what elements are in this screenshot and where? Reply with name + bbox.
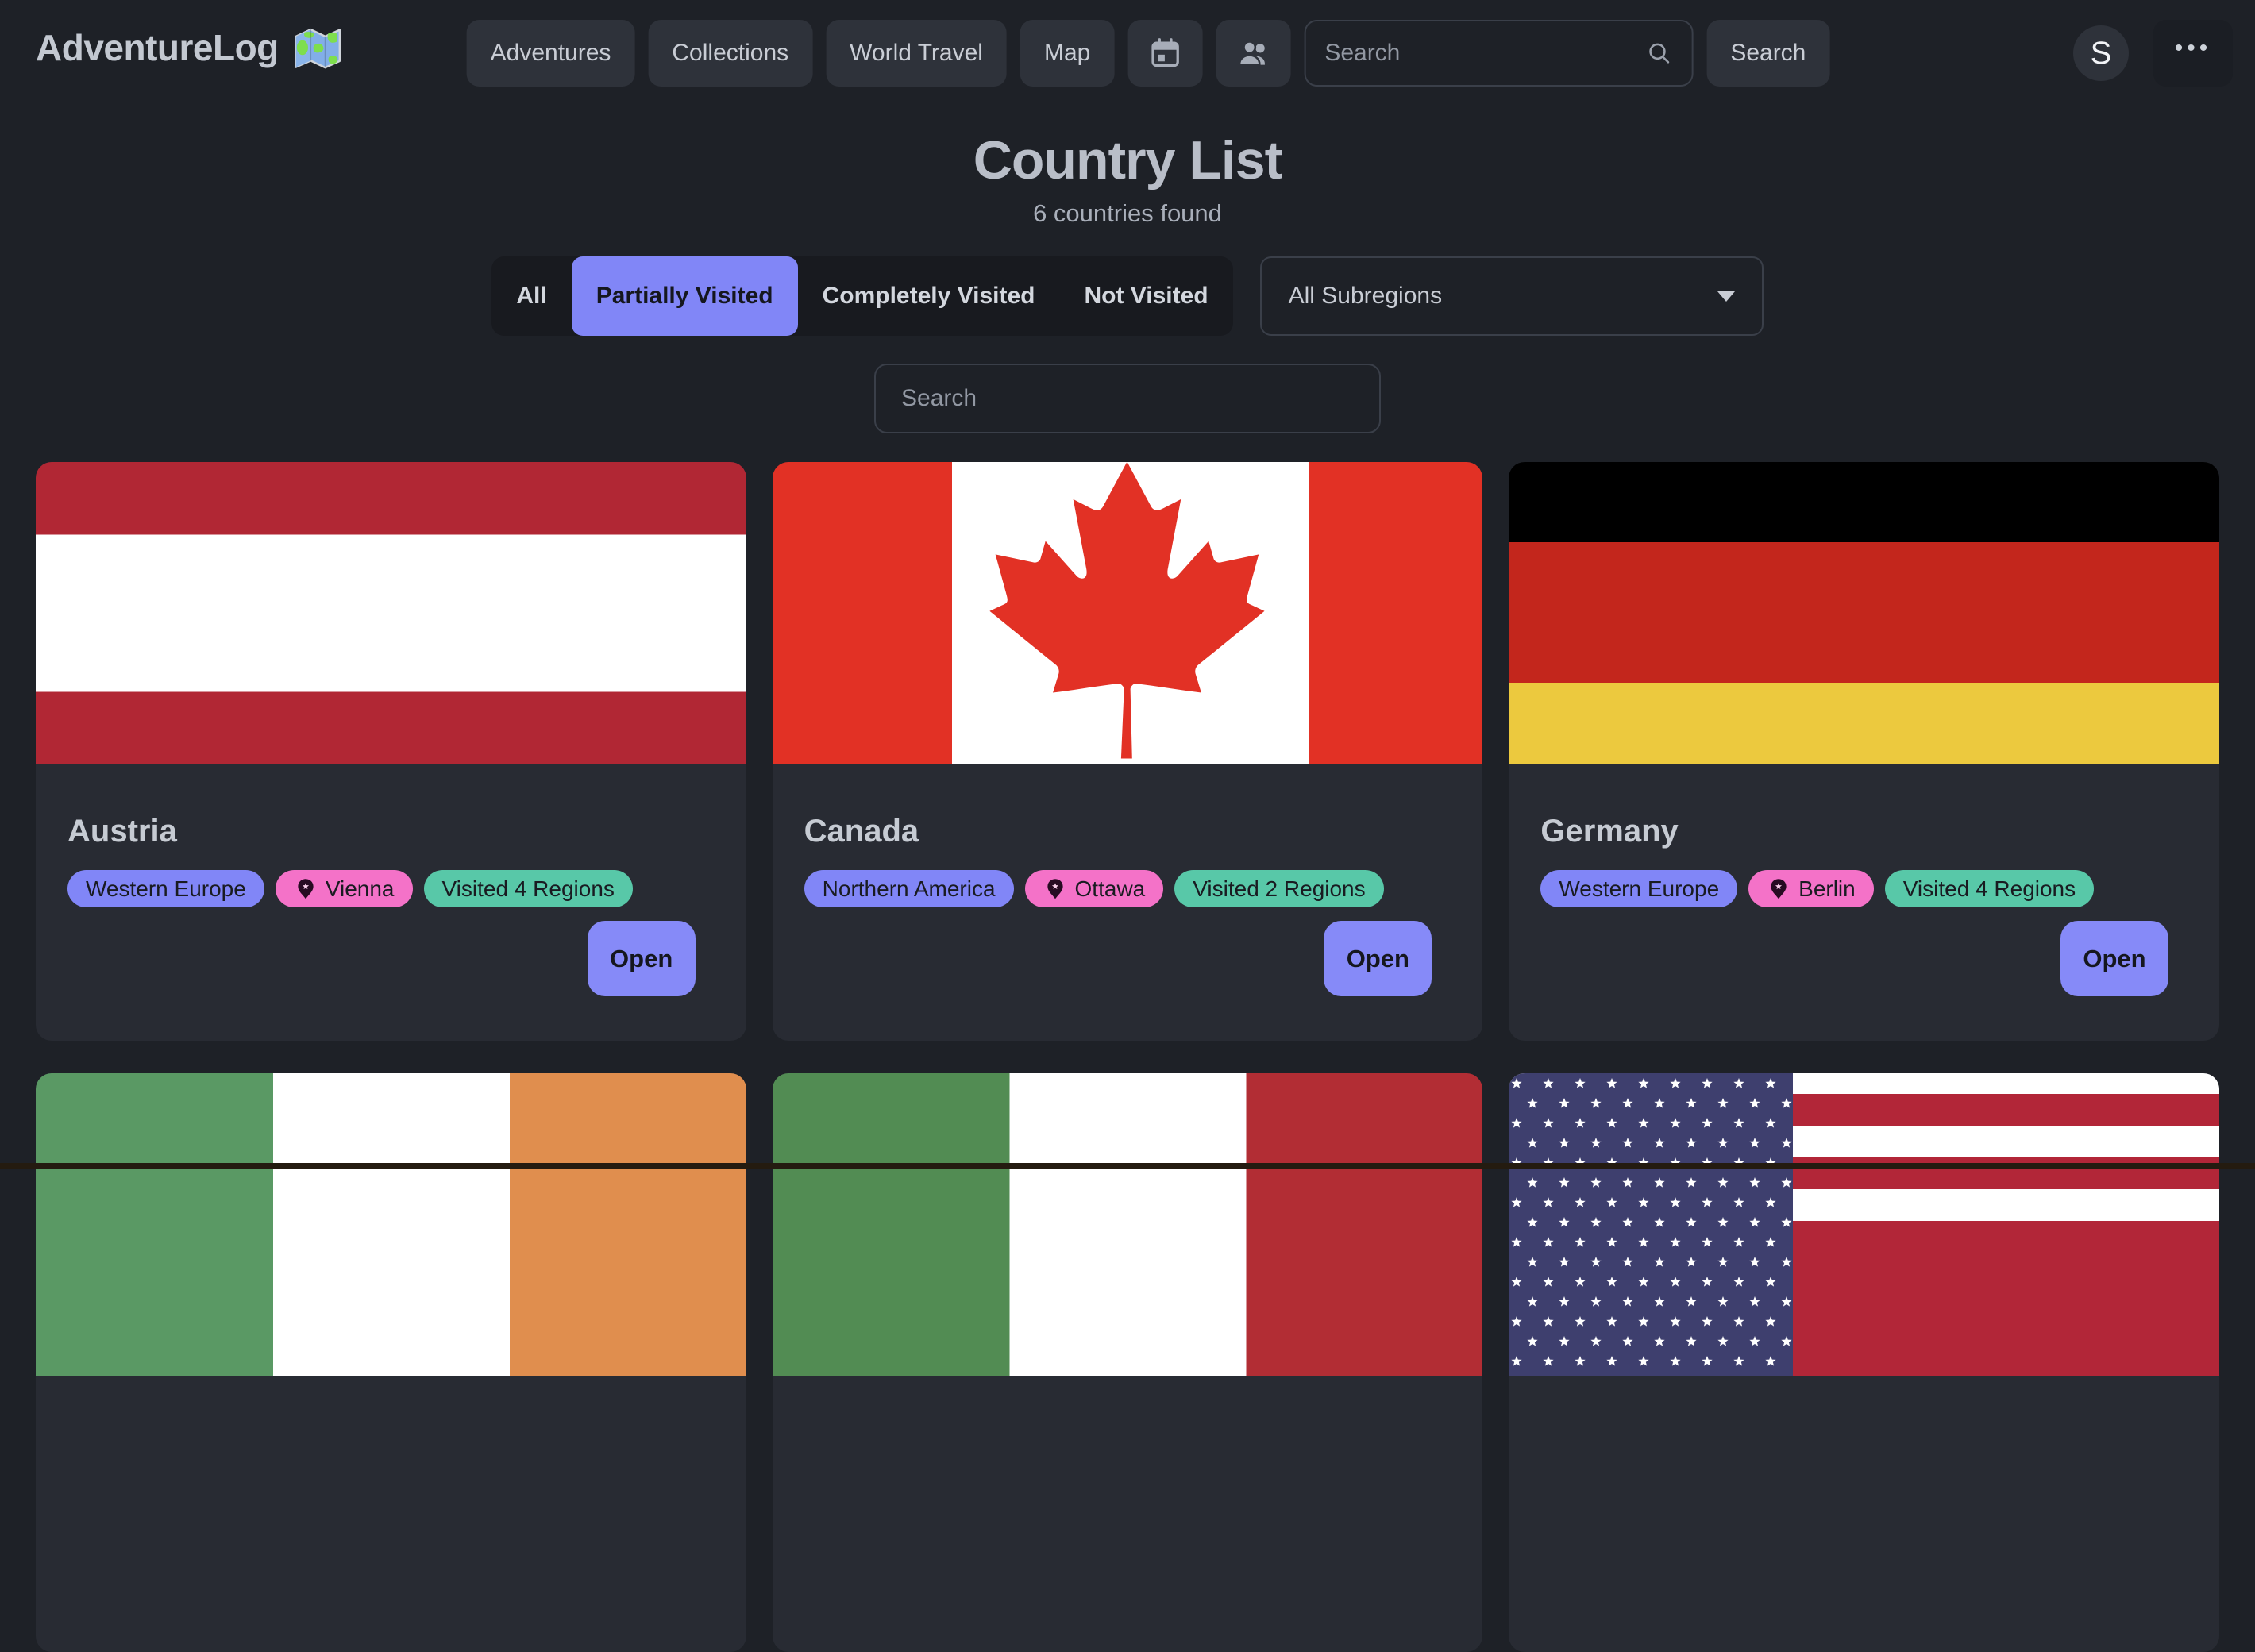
nav-search-input[interactable] <box>1324 40 1645 67</box>
country-card-germany[interactable]: Germany Western Europe Berlin Visited 4 … <box>1509 462 2219 1041</box>
italy-flag <box>773 1073 1483 1376</box>
map-pin-icon <box>1043 877 1067 901</box>
header-right-group: S ••• <box>2073 20 2233 87</box>
region-badge: Northern America <box>804 870 1014 907</box>
filter-not-visited-button[interactable]: Not Visited <box>1059 256 1232 336</box>
filter-completely-visited-button[interactable]: Completely Visited <box>798 256 1060 336</box>
maple-leaf-icon <box>985 462 1270 769</box>
nav-world-travel-button[interactable]: World Travel <box>826 20 1007 87</box>
capital-name: Vienna <box>326 876 395 902</box>
country-card-italy[interactable] <box>773 1073 1483 1652</box>
search-icon <box>1645 40 1672 67</box>
germany-flag <box>1509 462 2219 764</box>
country-grid: Austria Western Europe Vienna Visited 4 … <box>36 462 2219 1652</box>
calendar-icon <box>1147 36 1182 71</box>
users-button[interactable] <box>1216 20 1290 87</box>
usa-star-canton <box>1509 1073 1793 1376</box>
country-card-united-states[interactable] <box>1509 1073 2219 1652</box>
capital-name: Berlin <box>1798 876 1856 902</box>
page-title: Country List <box>0 129 2255 191</box>
filter-partially-visited-button[interactable]: Partially Visited <box>572 256 798 336</box>
filter-controls: All Partially Visited Completely Visited… <box>0 256 2255 336</box>
card-footer: Open <box>67 921 715 996</box>
card-body: Germany Western Europe Berlin Visited 4 … <box>1509 764 2219 1041</box>
country-list-page: Country List 6 countries found All Parti… <box>0 129 2255 1652</box>
badge-row: Western Europe Berlin Visited 4 Regions <box>1540 870 2188 907</box>
map-pin-icon <box>1767 877 1791 901</box>
card-footer: Open <box>804 921 1451 996</box>
capital-badge: Ottawa <box>1025 870 1164 907</box>
users-icon <box>1235 36 1270 71</box>
countries-found-count: 6 countries found <box>0 199 2255 228</box>
visited-regions-badge: Visited 2 Regions <box>1174 870 1383 907</box>
subregion-selected-value: All Subregions <box>1289 283 1442 310</box>
nav-map-button[interactable]: Map <box>1020 20 1114 87</box>
nav-search-field <box>1304 20 1693 87</box>
open-country-button[interactable]: Open <box>1324 921 1432 996</box>
visited-regions-badge: Visited 4 Regions <box>424 870 633 907</box>
united-states-flag <box>1509 1073 2219 1376</box>
filter-all-button[interactable]: All <box>491 256 571 336</box>
map-pin-icon <box>294 877 318 901</box>
calendar-button[interactable] <box>1128 20 1202 87</box>
region-badge: Western Europe <box>1540 870 1737 907</box>
list-search-row <box>0 364 2255 433</box>
card-body: Austria Western Europe Vienna Visited 4 … <box>36 764 746 1041</box>
country-name: Austria <box>67 814 715 849</box>
overflow-dots-icon: ••• <box>2175 35 2212 62</box>
badge-row: Western Europe Vienna Visited 4 Regions <box>67 870 715 907</box>
country-search-input[interactable] <box>874 364 1381 433</box>
country-card-canada[interactable]: Canada Northern America Ottawa Visited 2… <box>773 462 1483 1041</box>
country-card-austria[interactable]: Austria Western Europe Vienna Visited 4 … <box>36 462 746 1041</box>
overflow-menu-button[interactable]: ••• <box>2153 20 2233 87</box>
nav-collections-button[interactable]: Collections <box>648 20 812 87</box>
folded-map-icon <box>291 24 344 71</box>
app-logo[interactable]: AdventureLog <box>36 24 344 71</box>
user-avatar[interactable]: S <box>2073 25 2129 81</box>
nav-adventures-button[interactable]: Adventures <box>467 20 635 87</box>
main-nav: Adventures Collections World Travel Map <box>467 20 1830 87</box>
visit-filter-group: All Partially Visited Completely Visited… <box>491 256 1232 336</box>
capital-badge: Vienna <box>276 870 413 907</box>
subregion-select[interactable]: All Subregions <box>1260 256 1764 336</box>
search-submit-button[interactable]: Search <box>1706 20 1829 87</box>
country-name: Germany <box>1540 814 2188 849</box>
open-country-button[interactable]: Open <box>2060 921 2168 996</box>
capital-name: Ottawa <box>1075 876 1146 902</box>
app-logo-text: AdventureLog <box>36 26 279 69</box>
top-nav: AdventureLog Adventures Collections Worl… <box>0 0 2255 115</box>
card-footer: Open <box>1540 921 2188 996</box>
canada-flag <box>773 462 1483 764</box>
card-body: Canada Northern America Ottawa Visited 2… <box>773 764 1483 1041</box>
open-country-button[interactable]: Open <box>588 921 696 996</box>
ireland-flag <box>36 1073 746 1376</box>
badge-row: Northern America Ottawa Visited 2 Region… <box>804 870 1451 907</box>
country-card-ireland[interactable] <box>36 1073 746 1652</box>
bottom-edge-strip <box>0 1163 2255 1169</box>
region-badge: Western Europe <box>67 870 264 907</box>
capital-badge: Berlin <box>1748 870 1874 907</box>
country-name: Canada <box>804 814 1451 849</box>
chevron-down-icon <box>1717 291 1735 302</box>
austria-flag <box>36 462 746 764</box>
visited-regions-badge: Visited 4 Regions <box>1885 870 2094 907</box>
